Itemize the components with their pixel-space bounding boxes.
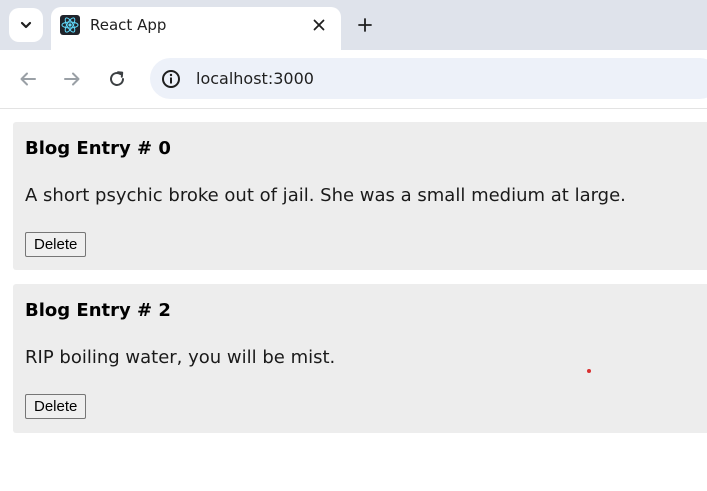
mouse-cursor-dot bbox=[587, 369, 591, 373]
site-info-button[interactable] bbox=[160, 68, 182, 90]
tab-strip: React App bbox=[0, 0, 707, 50]
reload-icon bbox=[110, 71, 124, 86]
close-tab-button[interactable] bbox=[309, 15, 329, 35]
page-content: Blog Entry # 0 A short psychic broke out… bbox=[0, 109, 707, 491]
blog-entry-card: Blog Entry # 2 RIP boiling water, you wi… bbox=[13, 284, 707, 433]
tab-react-app[interactable]: React App bbox=[51, 7, 341, 50]
delete-button[interactable]: Delete bbox=[25, 232, 87, 257]
new-tab-button[interactable] bbox=[354, 14, 376, 36]
blog-entry-body: A short psychic broke out of jail. She w… bbox=[25, 185, 626, 206]
blog-entry-body: RIP boiling water, you will be mist. bbox=[25, 347, 336, 368]
plus-icon bbox=[358, 18, 372, 32]
tab-title: React App bbox=[90, 16, 167, 34]
back-button[interactable] bbox=[16, 67, 40, 91]
delete-button[interactable]: Delete bbox=[25, 394, 87, 419]
chevron-down-icon bbox=[20, 21, 32, 29]
info-icon bbox=[162, 70, 180, 88]
browser-toolbar: localhost:3000 bbox=[0, 50, 707, 109]
tab-search-button[interactable] bbox=[9, 8, 43, 42]
blog-entry-card: Blog Entry # 0 A short psychic broke out… bbox=[13, 122, 707, 270]
reload-button[interactable] bbox=[105, 67, 129, 91]
address-bar[interactable]: localhost:3000 bbox=[150, 58, 707, 99]
close-icon bbox=[313, 19, 325, 31]
blog-entry-title: Blog Entry # 2 bbox=[25, 300, 171, 321]
address-url[interactable]: localhost:3000 bbox=[196, 69, 314, 88]
react-logo-icon bbox=[60, 15, 80, 35]
blog-entry-title: Blog Entry # 0 bbox=[25, 138, 171, 159]
back-arrow-icon bbox=[20, 72, 36, 86]
forward-arrow-icon bbox=[64, 72, 80, 86]
forward-button[interactable] bbox=[60, 67, 84, 91]
